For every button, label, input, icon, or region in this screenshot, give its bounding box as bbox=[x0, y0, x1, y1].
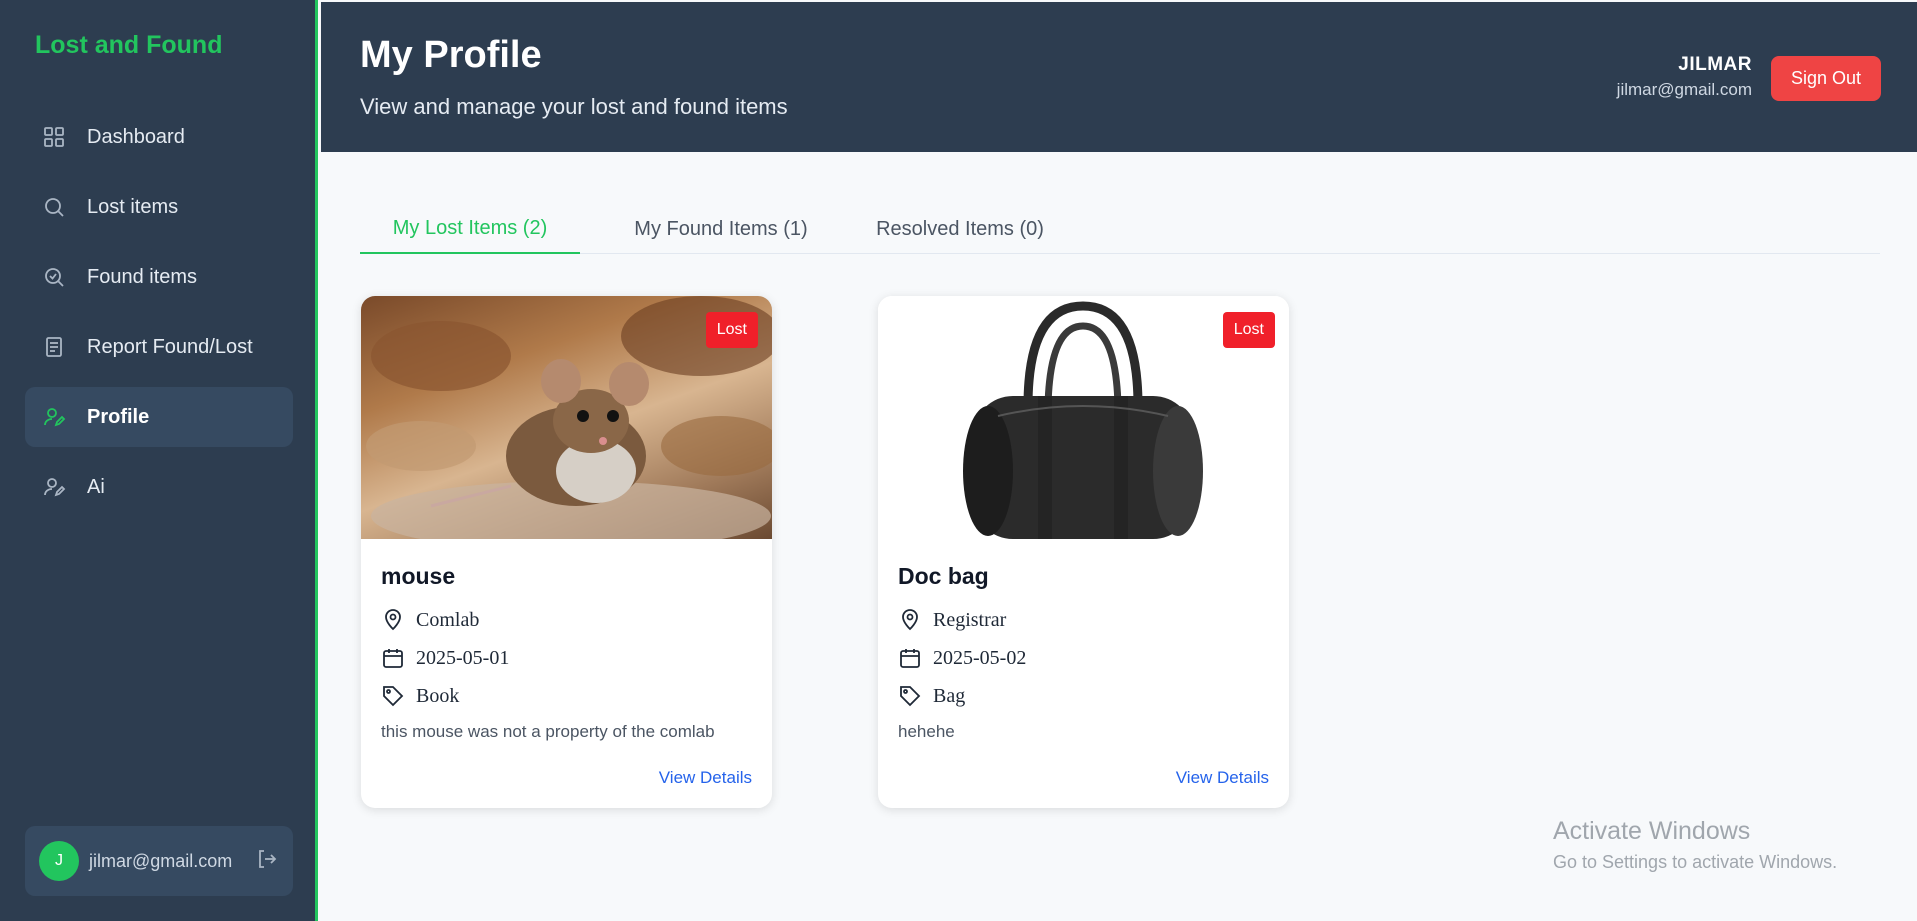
document-icon bbox=[41, 334, 67, 360]
sidebar: Lost and Found Dashboard Lost items Foun… bbox=[0, 0, 318, 921]
status-badge: Lost bbox=[1222, 312, 1275, 348]
page-header: My Profile View and manage your lost and… bbox=[321, 2, 1917, 152]
sidebar-item-label: Profile bbox=[87, 405, 150, 428]
sidebar-item-label: Report Found/Lost bbox=[87, 335, 253, 358]
item-location-text: Registrar bbox=[933, 608, 1007, 631]
sidebar-item-label: Ai bbox=[87, 475, 105, 498]
avatar: J bbox=[39, 841, 79, 881]
sidebar-item-ai[interactable]: Ai bbox=[25, 457, 293, 517]
item-location: Registrar bbox=[898, 608, 1269, 632]
item-location: Comlab bbox=[381, 608, 752, 632]
item-image: Lost bbox=[878, 296, 1289, 539]
location-pin-icon bbox=[385, 609, 401, 631]
tab-resolved-items[interactable]: Resolved Items (0) bbox=[845, 204, 1075, 254]
item-location-text: Comlab bbox=[416, 608, 480, 631]
profile-tabs: My Lost Items (2) My Found Items (1) Res… bbox=[360, 204, 1880, 254]
item-image: Lost bbox=[361, 296, 772, 539]
search-check-icon bbox=[41, 264, 67, 290]
view-details-link[interactable]: View Details bbox=[1176, 768, 1269, 788]
item-category-text: Book bbox=[416, 684, 460, 707]
header-user-email: jilmar@gmail.com bbox=[1616, 80, 1752, 99]
item-description: hehehe bbox=[898, 722, 955, 741]
search-icon bbox=[41, 194, 67, 220]
sidebar-nav: Dashboard Lost items Found items Report … bbox=[25, 107, 293, 527]
header-user-name: JILMAR bbox=[1678, 54, 1752, 75]
user-edit-icon bbox=[41, 404, 67, 430]
watermark-subtitle: Go to Settings to activate Windows. bbox=[1553, 852, 1838, 872]
brand-logo[interactable]: Lost and Found bbox=[35, 31, 222, 60]
item-date: 2025-05-01 bbox=[381, 646, 752, 670]
item-date-text: 2025-05-01 bbox=[416, 646, 510, 669]
item-title: Doc bag bbox=[898, 563, 989, 589]
sidebar-item-dashboard[interactable]: Dashboard bbox=[25, 107, 293, 167]
sidebar-item-report[interactable]: Report Found/Lost bbox=[25, 317, 293, 377]
item-card[interactable]: Lost mouse Comlab 2025-05-01 Book this m… bbox=[361, 296, 772, 808]
item-title: mouse bbox=[381, 563, 456, 589]
watermark-title: Activate Windows bbox=[1553, 817, 1751, 845]
calendar-icon bbox=[383, 649, 403, 668]
sidebar-item-lost-items[interactable]: Lost items bbox=[25, 177, 293, 237]
windows-activation-watermark: Activate Windows Go to Settings to activ… bbox=[1553, 817, 1837, 873]
page-title: My Profile bbox=[360, 34, 542, 76]
sign-out-button[interactable]: Sign Out bbox=[1771, 56, 1881, 101]
grid-icon bbox=[41, 124, 67, 150]
item-date-text: 2025-05-02 bbox=[933, 646, 1027, 669]
location-pin-icon bbox=[902, 609, 918, 631]
status-badge: Lost bbox=[705, 312, 758, 348]
view-details-link[interactable]: View Details bbox=[659, 768, 752, 788]
sidebar-item-label: Lost items bbox=[87, 195, 179, 218]
sidebar-item-found-items[interactable]: Found items bbox=[25, 247, 293, 307]
item-description: this mouse was not a property of the com… bbox=[381, 722, 715, 741]
logout-icon[interactable] bbox=[255, 847, 279, 876]
item-card[interactable]: Lost Doc bag Registrar 2025-05-02 Bag he… bbox=[878, 296, 1289, 808]
sidebar-item-label: Found items bbox=[87, 265, 198, 288]
item-date: 2025-05-02 bbox=[898, 646, 1269, 670]
sidebar-item-profile[interactable]: Profile bbox=[25, 387, 293, 447]
sidebar-user-email: jilmar@gmail.com bbox=[89, 850, 233, 871]
calendar-icon bbox=[900, 649, 920, 668]
tag-icon bbox=[900, 686, 921, 707]
item-category: Book bbox=[381, 684, 752, 708]
page-subtitle: View and manage your lost and found item… bbox=[360, 94, 788, 119]
sidebar-item-label: Dashboard bbox=[87, 125, 185, 148]
user-edit-icon bbox=[41, 474, 67, 500]
item-category: Bag bbox=[898, 684, 1269, 708]
tag-icon bbox=[383, 686, 404, 707]
tab-my-found-items[interactable]: My Found Items (1) bbox=[602, 204, 840, 254]
header-user-info: JILMAR jilmar@gmail.com bbox=[1617, 54, 1752, 100]
tab-my-lost-items[interactable]: My Lost Items (2) bbox=[360, 204, 580, 254]
sidebar-user-card: J jilmar@gmail.com bbox=[25, 826, 293, 896]
item-category-text: Bag bbox=[933, 684, 966, 707]
